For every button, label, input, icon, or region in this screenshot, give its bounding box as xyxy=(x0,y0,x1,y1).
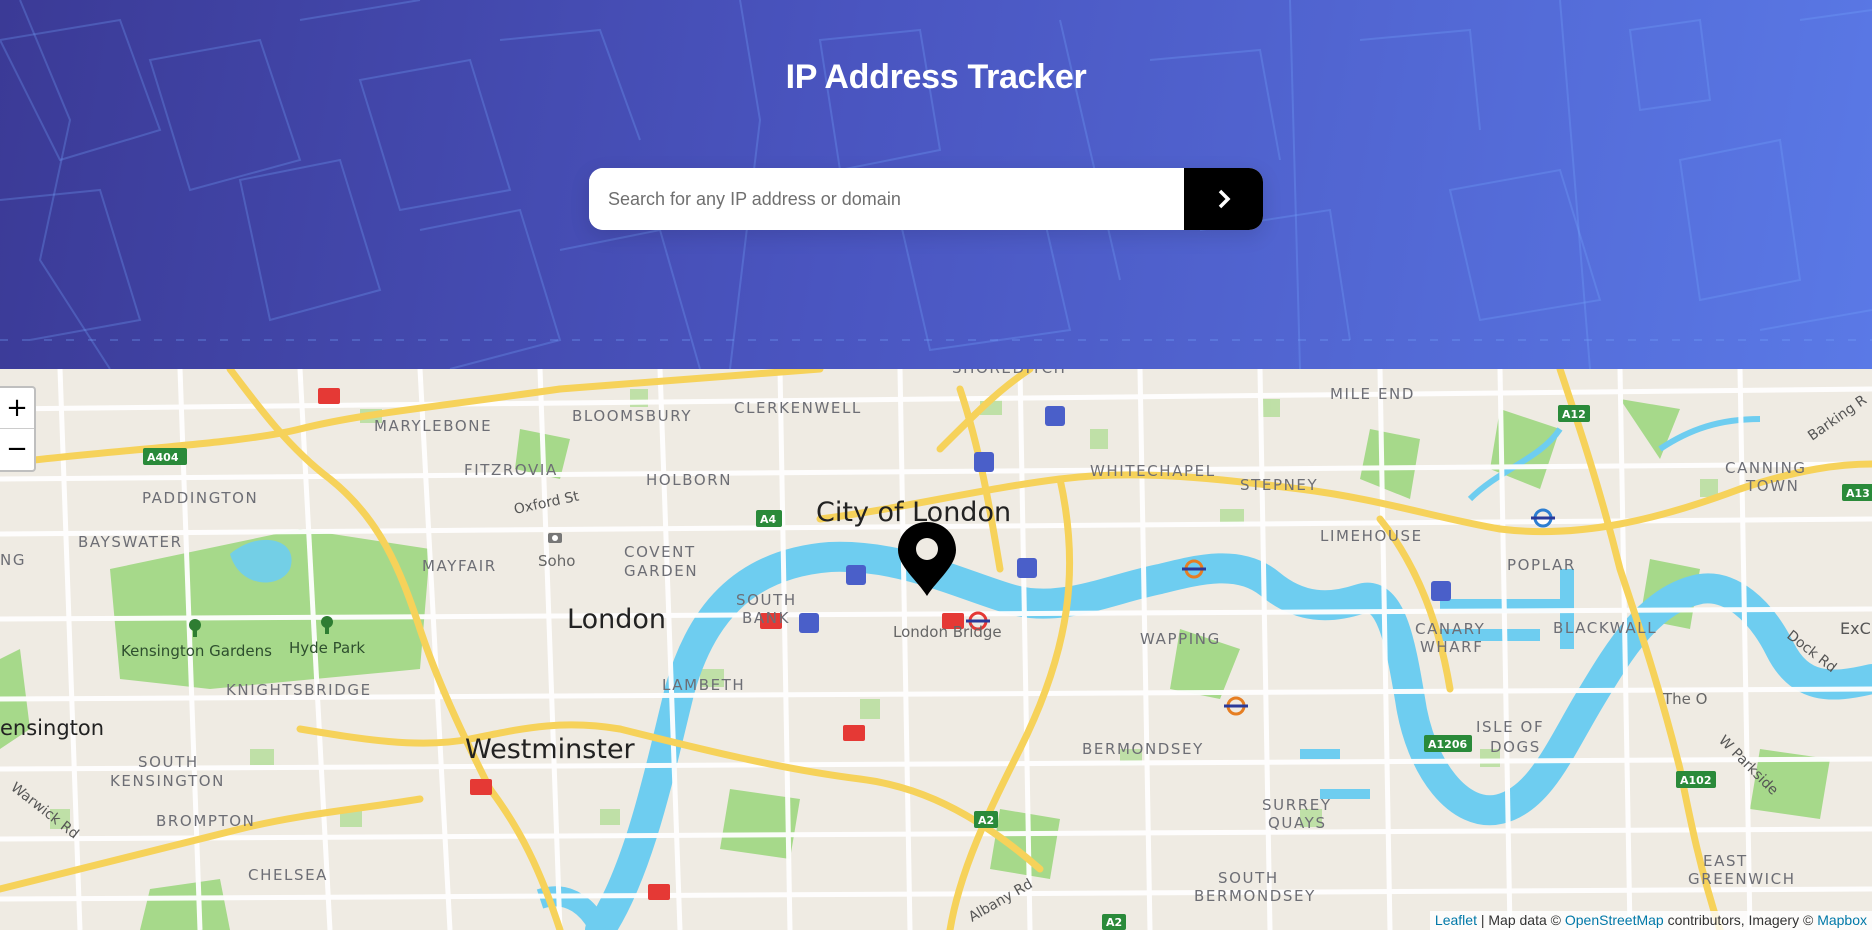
map-label-mile-end: MILE END xyxy=(1330,385,1415,403)
map-label-poplar: POPLAR xyxy=(1507,556,1576,574)
zoom-out-button[interactable]: − xyxy=(0,429,34,470)
map-label-greenwich: GREENWICH xyxy=(1688,870,1796,888)
map-label-exc: ExC xyxy=(1840,619,1871,638)
map-label-dogs: DOGS xyxy=(1490,738,1541,756)
map-label-quays: QUAYS xyxy=(1268,814,1327,832)
camera-icon xyxy=(548,533,562,543)
search-form xyxy=(589,168,1263,230)
map-label-bayswater: BAYSWATER xyxy=(78,533,183,551)
map-label-bank: BANK xyxy=(742,609,790,627)
openstreetmap-link[interactable]: OpenStreetMap xyxy=(1565,912,1664,928)
svg-text:A1206: A1206 xyxy=(1428,738,1467,751)
map-label-bloomsbury: BLOOMSBURY xyxy=(572,407,692,425)
map-label-blackwall: BLACKWALL xyxy=(1553,619,1657,637)
svg-text:A13: A13 xyxy=(1846,487,1870,500)
map-label-isle-of: ISLE OF xyxy=(1476,718,1544,736)
map-label-covent: COVENT xyxy=(624,543,696,561)
chevron-right-icon xyxy=(1218,189,1230,209)
search-submit-button[interactable] xyxy=(1184,168,1263,230)
map-label-south-bermondsey: SOUTH xyxy=(1218,869,1279,887)
map-label-shoreditch: SHOREDITCH xyxy=(952,369,1067,377)
map-label-marylebone: MARYLEBONE xyxy=(374,417,492,435)
map-label-whitechapel: WHITECHAPEL xyxy=(1090,462,1216,480)
map-label-kensington: ensington xyxy=(0,716,104,740)
map-label-london-bridge: London Bridge xyxy=(893,623,1002,641)
map-label-wapping: WAPPING xyxy=(1140,630,1221,648)
map-label-fitzrovia: FITZROVIA xyxy=(464,461,558,479)
map-label-clerkenwell: CLERKENWELL xyxy=(734,399,862,417)
map-label-knightsbridge: KNIGHTSBRIDGE xyxy=(226,681,372,699)
map-label-kensington-district: KENSINGTON xyxy=(110,772,225,790)
location-marker[interactable] xyxy=(895,520,959,602)
map-label-holborn: HOLBORN xyxy=(646,471,732,489)
map-label-surrey: SURREY xyxy=(1262,796,1332,814)
map-label-the-o2: The O xyxy=(1662,690,1707,708)
map-label-garden: GARDEN xyxy=(624,562,698,580)
map-label-soho: Soho xyxy=(538,552,575,570)
map-label-south: SOUTH xyxy=(736,591,797,609)
map-label-town: TOWN xyxy=(1745,477,1799,495)
leaflet-link[interactable]: Leaflet xyxy=(1435,912,1477,928)
map-label-brompton: BROMPTON xyxy=(156,812,256,830)
svg-text:A12: A12 xyxy=(1562,408,1586,421)
svg-text:A2: A2 xyxy=(1106,916,1122,929)
zoom-control: + − xyxy=(0,386,36,472)
map-attribution: Leaflet | Map data © OpenStreetMap contr… xyxy=(1429,911,1872,930)
map-label-bermondsey: BERMONDSEY xyxy=(1082,740,1204,758)
page-title: IP Address Tracker xyxy=(785,58,1087,96)
header-banner: IP Address Tracker xyxy=(0,0,1872,369)
map-label-canary: CANARY xyxy=(1415,620,1485,638)
map-label-canning: CANNING xyxy=(1725,459,1807,477)
map-label-chelsea: CHELSEA xyxy=(248,866,328,884)
map-label-ng: NG xyxy=(0,551,26,569)
map-tiles[interactable]: A404 A4 A12 A13 A1206 A102 A2 A2 MARYLEB… xyxy=(0,369,1872,930)
map-label-mayfair: MAYFAIR xyxy=(422,557,497,575)
svg-text:A404: A404 xyxy=(147,451,179,464)
zoom-in-button[interactable]: + xyxy=(0,388,34,429)
map-label-bermondsey-2: BERMONDSEY xyxy=(1194,887,1316,905)
map-label-london: London xyxy=(567,604,666,635)
ip-search-input[interactable] xyxy=(589,168,1184,230)
mapbox-link[interactable]: Mapbox xyxy=(1817,912,1867,928)
map[interactable]: A404 A4 A12 A13 A1206 A102 A2 A2 MARYLEB… xyxy=(0,369,1872,930)
map-label-westminster: Westminster xyxy=(465,734,636,765)
svg-text:A4: A4 xyxy=(760,513,777,526)
attribution-text-2: contributors, Imagery © xyxy=(1663,912,1818,928)
map-label-kensington-gardens: Kensington Gardens xyxy=(121,642,272,660)
map-label-south-ken: SOUTH xyxy=(138,753,199,771)
svg-text:A2: A2 xyxy=(978,814,994,827)
map-label-east: EAST xyxy=(1703,852,1748,870)
svg-text:A102: A102 xyxy=(1680,774,1711,787)
map-label-paddington: PADDINGTON xyxy=(142,489,258,507)
map-label-lambeth: LAMBETH xyxy=(662,676,745,694)
map-label-limehouse: LIMEHOUSE xyxy=(1320,527,1423,545)
attribution-text-1: | Map data © xyxy=(1476,912,1565,928)
location-pin-icon xyxy=(898,522,956,596)
map-label-hyde-park: Hyde Park xyxy=(289,639,365,657)
map-label-wharf: WHARF xyxy=(1420,638,1483,656)
map-label-stepney: STEPNEY xyxy=(1240,476,1318,494)
